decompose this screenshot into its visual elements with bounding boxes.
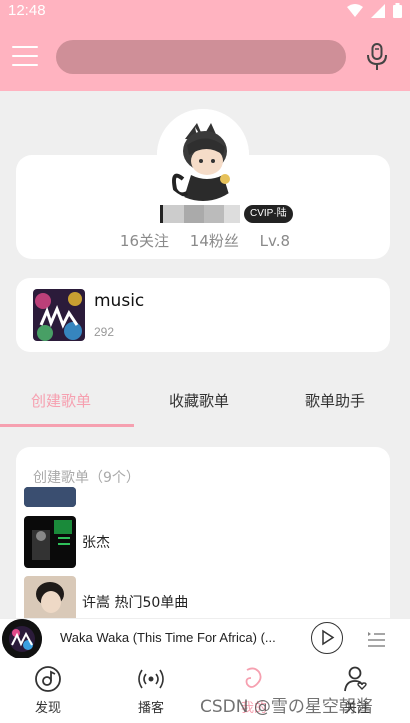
tab-active-indicator [0,424,134,427]
menu-icon[interactable] [12,46,38,66]
microphone-icon[interactable] [364,42,390,72]
status-bar: 12:48 [0,0,410,24]
tab-created-playlists[interactable]: 创建歌单 [31,390,91,411]
bottom-navigation: 发现 播客 我的 关注 [0,658,410,723]
playlist-cover [24,487,76,507]
nav-label: 我的 [240,701,267,716]
nav-mine[interactable]: 我的 [219,664,289,716]
music-note-icon [245,667,262,688]
now-playing-cover[interactable] [2,619,42,659]
fans-count[interactable]: 14粉丝 [190,232,239,250]
podcast-icon [138,669,164,689]
profile-stats: 16关注 14粉丝 Lv.8 [0,230,410,251]
username-blurred [160,205,240,223]
now-playing-title[interactable]: Waka Waka (This Time For Africa) (... [60,630,276,645]
nav-label: 发现 [34,701,61,716]
wifi-icon [347,3,363,22]
nav-label: 关注 [343,701,370,716]
status-time: 12:48 [8,2,46,19]
music-card-title: music [94,291,145,311]
user-heart-icon [344,666,367,692]
tab-playlist-assistant[interactable]: 歌单助手 [305,390,365,411]
playlist-name: 张杰 [82,535,110,551]
battery-icon [393,3,402,22]
search-input[interactable] [56,40,346,74]
music-cover-image [33,289,85,341]
nav-follow[interactable]: 关注 [322,664,392,716]
play-queue-icon[interactable] [366,629,386,649]
playlist-name: 许嵩 热门50单曲 [82,595,189,611]
nav-label: 播客 [137,701,164,716]
playlist-tabs: 创建歌单 收藏歌单 歌单助手 [0,378,410,428]
tab-collected-playlists[interactable]: 收藏歌单 [169,390,229,411]
playlist-item[interactable]: 张杰 [24,516,384,568]
music-card-count: 292 [94,325,115,339]
mini-player-bar[interactable]: Waka Waka (This Time For Africa) (... [0,618,410,659]
top-toolbar [0,24,410,91]
nav-podcast[interactable]: 播客 [116,664,186,716]
user-level[interactable]: Lv.8 [260,232,290,250]
follow-count[interactable]: 16关注 [120,232,169,250]
play-button[interactable] [311,622,343,654]
playlist-item[interactable] [24,467,384,507]
playlist-cover [24,516,76,568]
liked-music-card[interactable]: music 292 [16,278,390,352]
disc-icon [35,666,61,692]
signal-icon [371,3,385,22]
avatar[interactable] [157,109,249,201]
status-icons [347,3,402,22]
nav-discover[interactable]: 发现 [13,664,83,716]
vip-badge[interactable]: CVIP·陆 [244,205,293,223]
